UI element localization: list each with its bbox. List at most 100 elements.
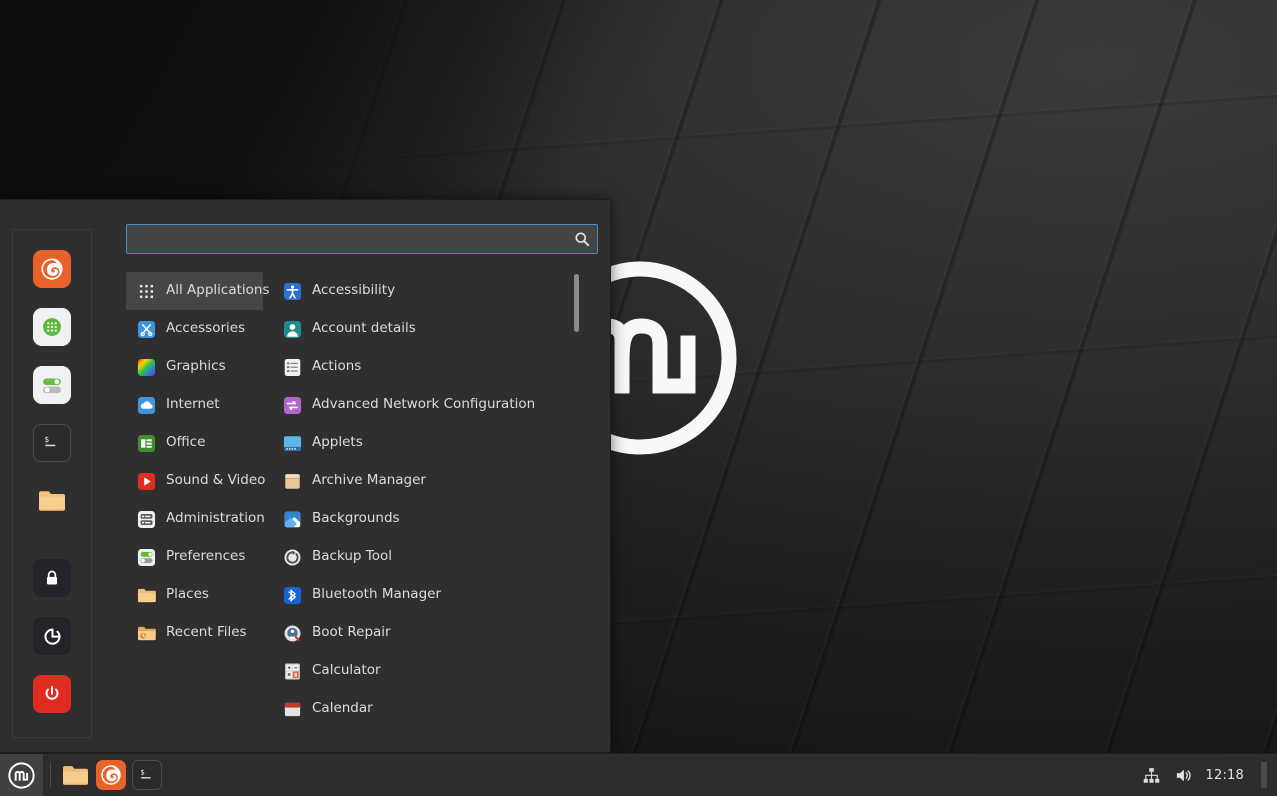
app-calendar[interactable]: Calendar <box>272 690 598 728</box>
favorite-files[interactable] <box>33 482 71 520</box>
cloud-icon <box>136 395 156 415</box>
app-label: Calendar <box>312 702 373 716</box>
user-account-icon <box>282 319 302 339</box>
server-icon <box>136 509 156 529</box>
system-tray: 12:18 <box>1142 762 1277 788</box>
app-account-details[interactable]: Account details <box>272 310 598 348</box>
calculator-icon <box>282 661 302 681</box>
category-preferences[interactable]: Preferences <box>126 538 263 576</box>
taskbar-panel: $ <box>0 753 1277 796</box>
app-actions[interactable]: Actions <box>272 348 598 386</box>
category-internet[interactable]: Internet <box>126 386 263 424</box>
favorite-firefox[interactable] <box>33 250 71 288</box>
app-calculator[interactable]: Calculator <box>272 652 598 690</box>
app-label: Accessibility <box>312 284 395 298</box>
category-all-applications[interactable]: All Applications <box>126 272 263 310</box>
category-label: Sound & Video <box>166 474 265 488</box>
category-label: Places <box>166 588 209 602</box>
app-label: Boot Repair <box>312 626 391 640</box>
category-administration[interactable]: Administration <box>126 500 263 538</box>
search-input[interactable] <box>126 224 598 254</box>
favorite-system-settings[interactable] <box>33 366 71 404</box>
category-label: Office <box>166 436 205 450</box>
application-list-scrollbar[interactable] <box>574 274 579 734</box>
launcher-firefox[interactable] <box>96 760 126 790</box>
scissors-icon <box>136 319 156 339</box>
category-list: All Applications <box>126 270 263 752</box>
session-lock-screen[interactable] <box>33 559 71 597</box>
app-label: Actions <box>312 360 361 374</box>
menu-search-row <box>126 224 598 254</box>
calendar-icon <box>282 699 302 719</box>
menu-columns: All Applications <box>126 270 598 752</box>
app-label: Calculator <box>312 664 381 678</box>
accessibility-icon <box>282 281 302 301</box>
favorite-software-manager[interactable] <box>33 308 71 346</box>
app-label: Archive Manager <box>312 474 426 488</box>
boot-repair-icon <box>282 623 302 643</box>
session-quit[interactable] <box>33 675 71 713</box>
network-config-icon <box>282 395 302 415</box>
mint-menu-button[interactable] <box>0 754 43 796</box>
application-menu[interactable]: $ <box>0 199 611 753</box>
category-label: Internet <box>166 398 220 412</box>
app-label: Applets <box>312 436 363 450</box>
app-label: Backup Tool <box>312 550 392 564</box>
launcher-terminal[interactable]: $ <box>132 760 162 790</box>
svg-text:$: $ <box>45 435 50 444</box>
app-advanced-network-configuration[interactable]: Advanced Network Configuration <box>272 386 598 424</box>
applets-icon <box>282 433 302 453</box>
application-list[interactable]: Accessibility Account details <box>263 270 598 752</box>
scrollbar-thumb[interactable] <box>574 274 579 332</box>
clock[interactable]: 12:18 <box>1206 768 1244 783</box>
document-icon <box>136 433 156 453</box>
svg-text:$: $ <box>140 767 144 776</box>
volume-icon[interactable] <box>1174 766 1193 785</box>
backgrounds-icon <box>282 509 302 529</box>
category-sound-and-video[interactable]: Sound & Video <box>126 462 263 500</box>
app-archive-manager[interactable]: Archive Manager <box>272 462 598 500</box>
grid-dots-icon <box>136 281 156 301</box>
session-log-out[interactable] <box>33 617 71 655</box>
app-label: Backgrounds <box>312 512 400 526</box>
category-label: Administration <box>166 512 265 526</box>
category-graphics[interactable]: Graphics <box>126 348 263 386</box>
backup-icon <box>282 547 302 567</box>
category-office[interactable]: Office <box>126 424 263 462</box>
category-label: Graphics <box>166 360 226 374</box>
network-icon[interactable] <box>1142 766 1161 785</box>
category-label: All Applications <box>166 284 270 298</box>
category-places[interactable]: Places <box>126 576 263 614</box>
app-backgrounds[interactable]: Backgrounds <box>272 500 598 538</box>
play-icon <box>136 471 156 491</box>
actions-list-icon <box>282 357 302 377</box>
launcher-files[interactable] <box>60 760 90 790</box>
panel-separator <box>50 762 51 788</box>
desktop[interactable]: $ <box>0 0 1277 796</box>
color-wheel-icon <box>136 357 156 377</box>
favorite-terminal[interactable]: $ <box>33 424 71 462</box>
taskbar-launchers: $ <box>58 760 162 790</box>
category-accessories[interactable]: Accessories <box>126 310 263 348</box>
app-label: Bluetooth Manager <box>312 588 441 602</box>
app-boot-repair[interactable]: Boot Repair <box>272 614 598 652</box>
bluetooth-icon <box>282 585 302 605</box>
app-accessibility[interactable]: Accessibility <box>272 272 598 310</box>
menu-favorites-sidebar: $ <box>12 229 92 738</box>
recent-folder-icon <box>136 623 156 643</box>
app-label: Account details <box>312 322 416 336</box>
app-label: Advanced Network Configuration <box>312 398 535 412</box>
category-label: Accessories <box>166 322 245 336</box>
window-list[interactable] <box>162 754 1142 796</box>
category-recent-files[interactable]: Recent Files <box>126 614 263 652</box>
category-label: Recent Files <box>166 626 247 640</box>
app-applets[interactable]: Applets <box>272 424 598 462</box>
archive-icon <box>282 471 302 491</box>
toggles-icon <box>136 547 156 567</box>
folder-icon <box>136 585 156 605</box>
show-desktop-button[interactable] <box>1261 762 1267 788</box>
category-label: Preferences <box>166 550 245 564</box>
app-bluetooth-manager[interactable]: Bluetooth Manager <box>272 576 598 614</box>
app-backup-tool[interactable]: Backup Tool <box>272 538 598 576</box>
menu-main-area: All Applications <box>92 200 610 752</box>
